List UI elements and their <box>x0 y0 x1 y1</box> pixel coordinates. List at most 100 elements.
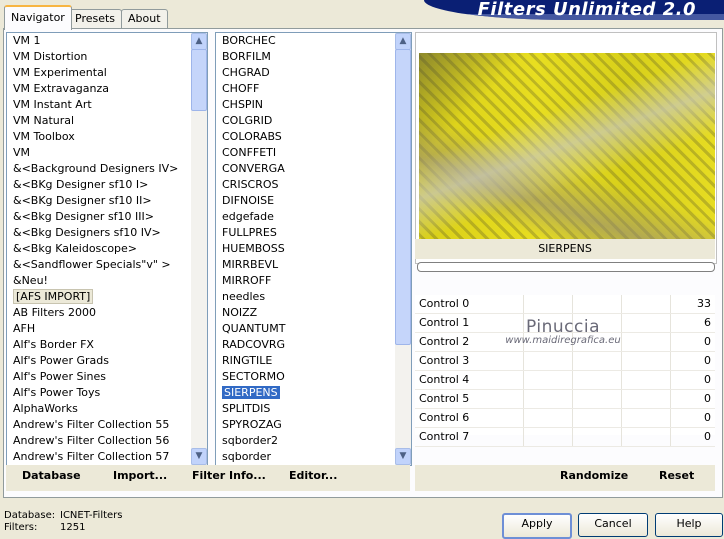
apply-button[interactable]: Apply <box>502 513 572 539</box>
scroll-up-icon[interactable]: ▲ <box>191 33 207 50</box>
list-item[interactable]: VM Toolbox <box>7 129 191 145</box>
list-item[interactable]: BORFILM <box>216 49 395 65</box>
filter-info-button[interactable]: Filter Info... <box>192 469 266 482</box>
database-button[interactable]: Database <box>22 469 81 482</box>
list-item[interactable]: VM Experimental <box>7 65 191 81</box>
category-scrollbar[interactable]: ▲ ▼ <box>191 33 207 465</box>
list-item[interactable]: CHGRAD <box>216 65 395 81</box>
list-item[interactable]: NOIZZ <box>216 305 395 321</box>
list-item-label: Andrew's Filter Collection 55 <box>13 418 170 431</box>
control-slider-row[interactable]: Control 4 0 <box>415 371 715 390</box>
list-item[interactable]: sqborder2 <box>216 433 395 449</box>
tab-navigator[interactable]: Navigator <box>4 5 72 30</box>
slider-track[interactable] <box>475 390 675 408</box>
list-item[interactable]: RADCOVRG <box>216 337 395 353</box>
list-item[interactable]: VM Instant Art <box>7 97 191 113</box>
list-item[interactable]: &<Sandflower Specials"v" > <box>7 257 191 273</box>
list-item[interactable]: SIERPENS <box>216 385 395 401</box>
list-item[interactable]: VM Extravaganza <box>7 81 191 97</box>
filter-list[interactable]: BORCHEC BORFILM CHGRAD CHOFF CHSPIN COLGRID CO… <box>215 32 412 466</box>
scroll-thumb[interactable] <box>191 49 207 111</box>
list-item[interactable]: CHOFF <box>216 81 395 97</box>
list-item[interactable]: Andrew's Filter Collection 55 <box>7 417 191 433</box>
slider-track[interactable] <box>475 295 675 313</box>
slider-track[interactable] <box>475 409 675 427</box>
control-slider-row[interactable]: Control 3 0 <box>415 352 715 371</box>
list-item[interactable]: &<Bkg Designer sf10 III> <box>7 209 191 225</box>
list-item[interactable]: VM Distortion <box>7 49 191 65</box>
list-item[interactable]: QUANTUMT <box>216 321 395 337</box>
list-item[interactable]: &<Background Designers IV> <box>7 161 191 177</box>
scroll-up-icon[interactable]: ▲ <box>395 33 411 50</box>
list-item[interactable]: &<BKg Designer sf10 II> <box>7 193 191 209</box>
list-item[interactable]: AFH <box>7 321 191 337</box>
list-item[interactable]: CHSPIN <box>216 97 395 113</box>
help-button[interactable]: Help <box>655 513 723 537</box>
slider-track[interactable] <box>475 314 675 332</box>
scroll-down-icon[interactable]: ▼ <box>191 448 207 465</box>
tab-about[interactable]: About <box>121 9 168 28</box>
list-item[interactable]: VM Natural <box>7 113 191 129</box>
control-slider-row[interactable]: Control 5 0 <box>415 390 715 409</box>
list-item[interactable]: Alf's Power Toys <box>7 385 191 401</box>
list-item-label: AFH <box>13 322 36 335</box>
control-slider-row[interactable]: Control 2 0 <box>415 333 715 352</box>
category-list[interactable]: VM 1 VM Distortion VM Experimental VM Extra… <box>6 32 208 466</box>
tab-presets[interactable]: Presets <box>68 9 123 28</box>
randomize-button[interactable]: Randomize <box>560 469 628 482</box>
slider-track[interactable] <box>475 428 675 446</box>
control-slider-row[interactable]: Control 7 0 <box>415 428 715 447</box>
list-item[interactable]: MIRRBEVL <box>216 257 395 273</box>
list-item[interactable]: SPYROZAG <box>216 417 395 433</box>
cancel-button[interactable]: Cancel <box>578 513 648 537</box>
list-item-label: Alf's Border FX <box>13 338 94 351</box>
reset-button[interactable]: Reset <box>659 469 694 482</box>
list-item[interactable]: &<Bkg Kaleidoscope> <box>7 241 191 257</box>
list-item[interactable]: CONVERGA <box>216 161 395 177</box>
filter-scrollbar[interactable]: ▲ ▼ <box>395 33 411 465</box>
slider-track[interactable] <box>475 333 675 351</box>
list-item[interactable]: COLGRID <box>216 113 395 129</box>
list-item[interactable]: RINGTILE <box>216 353 395 369</box>
list-item[interactable]: COLORABS <box>216 129 395 145</box>
list-item[interactable]: SPLITDIS <box>216 401 395 417</box>
control-slider-row[interactable]: Control 1 6 <box>415 314 715 333</box>
list-item[interactable]: &<BKg Designer sf10 I> <box>7 177 191 193</box>
control-value: 0 <box>704 354 711 367</box>
list-item[interactable]: AlphaWorks <box>7 401 191 417</box>
list-item[interactable]: CONFFETI <box>216 145 395 161</box>
list-item[interactable]: AB Filters 2000 <box>7 305 191 321</box>
list-item[interactable]: Andrew's Filter Collection 57 <box>7 449 191 465</box>
list-item[interactable]: &<Bkg Designers sf10 IV> <box>7 225 191 241</box>
list-item[interactable]: BORCHEC <box>216 33 395 49</box>
list-item[interactable]: [AFS IMPORT] <box>7 289 191 305</box>
list-item[interactable]: Alf's Power Sines <box>7 369 191 385</box>
list-item[interactable]: MIRROFF <box>216 273 395 289</box>
editor-button[interactable]: Editor... <box>289 469 337 482</box>
scroll-thumb[interactable] <box>395 49 411 345</box>
list-item[interactable]: DIFNOISE <box>216 193 395 209</box>
list-item-label: SECTORMO <box>222 370 285 383</box>
list-item[interactable]: FULLPRES <box>216 225 395 241</box>
control-label: Control 7 <box>419 430 470 443</box>
list-item[interactable]: Alf's Power Grads <box>7 353 191 369</box>
slider-track[interactable] <box>475 352 675 370</box>
list-item[interactable]: Andrew's Filter Collection 56 <box>7 433 191 449</box>
list-item[interactable]: Alf's Border FX <box>7 337 191 353</box>
list-item[interactable]: HUEMBOSS <box>216 241 395 257</box>
slider-track[interactable] <box>475 371 675 389</box>
list-item[interactable]: VM 1 <box>7 33 191 49</box>
import-button[interactable]: Import... <box>113 469 167 482</box>
list-item[interactable]: CRISCROS <box>216 177 395 193</box>
list-item[interactable]: sqborder <box>216 449 395 465</box>
control-slider-row[interactable]: Control 6 0 <box>415 409 715 428</box>
scroll-down-icon[interactable]: ▼ <box>395 448 411 465</box>
list-item[interactable]: edgefade <box>216 209 395 225</box>
list-item[interactable]: needles <box>216 289 395 305</box>
list-item[interactable]: SECTORMO <box>216 369 395 385</box>
list-item-label: CHOFF <box>222 82 260 95</box>
list-item[interactable]: &Neu! <box>7 273 191 289</box>
list-item-label: &<Sandflower Specials"v" > <box>13 258 171 271</box>
control-slider-row[interactable]: Control 0 33 <box>415 295 715 314</box>
list-item[interactable]: VM <box>7 145 191 161</box>
